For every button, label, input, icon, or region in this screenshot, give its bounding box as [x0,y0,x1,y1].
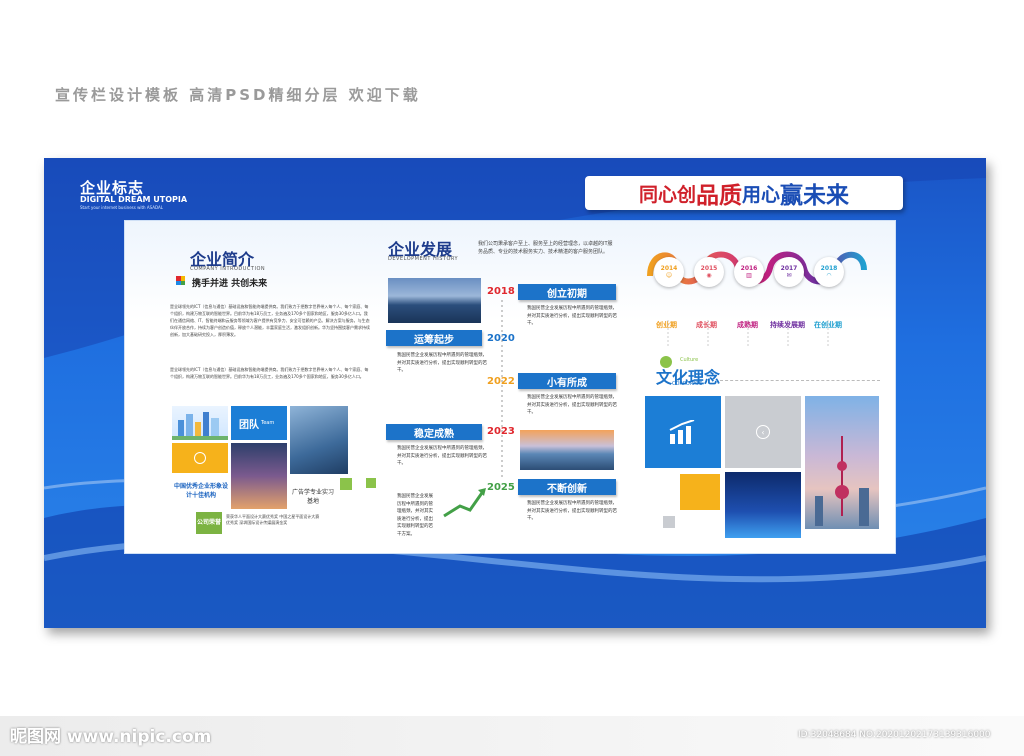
award-badge: 公司荣誉 [196,512,222,534]
team-tile: 团队 Team [231,406,287,440]
slogan-part2: 品质 [696,183,742,209]
chevron-left-icon: ‹ [756,425,770,439]
grey-tile: ‹ [725,396,801,468]
wifi-icon: ◠ [826,272,832,279]
grey-square [663,516,675,528]
growth-chart-icon [669,420,695,444]
lake-city-photo [388,278,481,323]
logo-subtitle: DIGITAL DREAM UTOPIA [80,195,188,204]
step-2: 2015 ◉ [694,257,724,287]
growth-arrow-icon [443,488,486,518]
timeline-label-2023: 稳定成熟 [386,424,482,440]
timeline-label-2020: 运筹起步 [386,330,482,346]
step-5-circle: 2018 ◠ [814,257,844,287]
building-photo-tile [290,406,348,474]
step-4: 2017 ✉ [774,257,804,287]
step-5-year: 2018 [820,265,838,272]
timeline-text-2023: 我国民营企业发展历程中所遇到的管理瓶颈，并对其实质进行分析，提出实现顺利转型的若… [397,446,487,466]
timeline-text-2020: 我国民营企业发展历程中所遇到的管理瓶颈，并对其实质进行分析，提出实现顺利转型的若… [397,353,487,373]
step-3-circle: 2016 ▥ [734,257,764,287]
watermark-right: ID:32048684 NO:20201202173139316000 [798,730,991,740]
award-text: 荣获华人平面设计大赛优秀奖 中国之星平面设计大赛优秀奖 深圳国际设计传媒展演金奖 [226,514,320,525]
step-4-circle: 2017 ✉ [774,257,804,287]
green-square [340,478,352,490]
heart-icon [194,452,206,464]
idea-icon: ☺ [665,272,673,279]
step-1-year: 2014 [660,265,678,272]
growth-chart-tile [645,396,721,468]
timeline-connector [501,300,503,480]
history-intro: 我们公司秉承客户至上、服务至上的经营理念，以卓越的IT服务品质、专业的技术服务实… [478,241,613,255]
step-1: 2014 ☺ [654,257,684,287]
pearl-tower-photo [805,396,879,529]
step-3-year: 2016 [740,265,758,272]
night-city-photo-tile [231,443,287,509]
history-subtitle: DEVELOPMENT HISTORY [388,256,459,262]
watermark-left: 昵图网 www.nipic.com [10,727,212,747]
color-squares-icon [176,276,185,285]
timeline-label-2022: 小有所成 [518,373,616,389]
timeline-year-2018: 2018 [487,286,515,297]
history-extra-text: 我国民营企业发展历程中所遇到的管理瓶颈，并对其实质进行分析，提出实现顺利转型的若… [397,494,433,537]
culture-en-1: Culture [680,357,699,363]
intro-motto: 携手并进 共创未来 [192,279,268,289]
step-2-circle: 2015 ◉ [694,257,724,287]
slogan-part4: 赢未来 [780,183,850,209]
green-square-2 [366,478,376,488]
step-3: 2016 ▥ [734,257,764,287]
team-label-en: Team [261,420,275,426]
honor-text: 中国优秀企业形象设计十佳机构 [173,483,228,499]
slogan-box: 同心创 品质 用心 赢未来 [585,176,903,210]
timeline-year-2025: 2025 [487,482,515,493]
yellow-tile [172,443,228,473]
intro-subtitle: COMPANY INTRODUCTION [190,266,266,272]
timeline-text-2022: 我国民营企业发展历程中所遇到的管理瓶颈，并对其实质进行分析，提出实现顺利转型的若… [527,395,617,415]
timeline-label-2025: 不断创新 [518,479,616,495]
blue-city-tile [725,472,801,538]
eye-icon: ◉ [706,272,712,279]
step-5: 2018 ◠ [814,257,844,287]
tower-icon [815,436,869,526]
timeline-label-2018: 创立初期 [518,284,616,300]
slogan-part1: 同心创 [638,183,696,206]
step-dividers [667,320,829,346]
step-2-year: 2015 [700,265,718,272]
yellow-square [680,474,720,510]
city-illustration-tile [172,406,228,440]
step-4-year: 2017 [780,265,798,272]
timeline-text-2025: 我国民营企业发展历程中所遇到的管理瓶颈，并对其实质进行分析，提出实现顺利转型的若… [527,501,617,521]
culture-en-2: CORPORATE [672,381,703,387]
step-1-circle: 2014 ☺ [654,257,684,287]
slogan-part3: 用心 [742,183,781,206]
chart-icon: ▥ [746,272,752,279]
sunset-city-photo [520,430,614,470]
base-text: 广告学专业实习基地 [291,489,334,505]
timeline-text-2018: 我国民营企业发展历程中所遇到的管理瓶颈，并对其实质进行分析，提出实现顺利转型的若… [527,306,617,326]
city-skyline-icon [172,412,228,440]
page-caption: 宣传栏设计模板 高清PSD精细分层 欢迎下载 [55,86,421,104]
culture-divider [720,380,880,381]
intro-paragraph-2: 是全球领先的ICT（信息与通信）基础设施和智能终端提供商。我们致力于把数字世界带… [170,367,369,379]
intro-paragraph-1: 是全球领先的ICT（信息与通信）基础设施和智能终端提供商。我们致力于把数字世界带… [170,304,370,337]
logo-tagline: Start your internet business with ASADAL [80,205,163,210]
mail-icon: ✉ [786,272,792,279]
team-label: 团队 [239,419,259,431]
